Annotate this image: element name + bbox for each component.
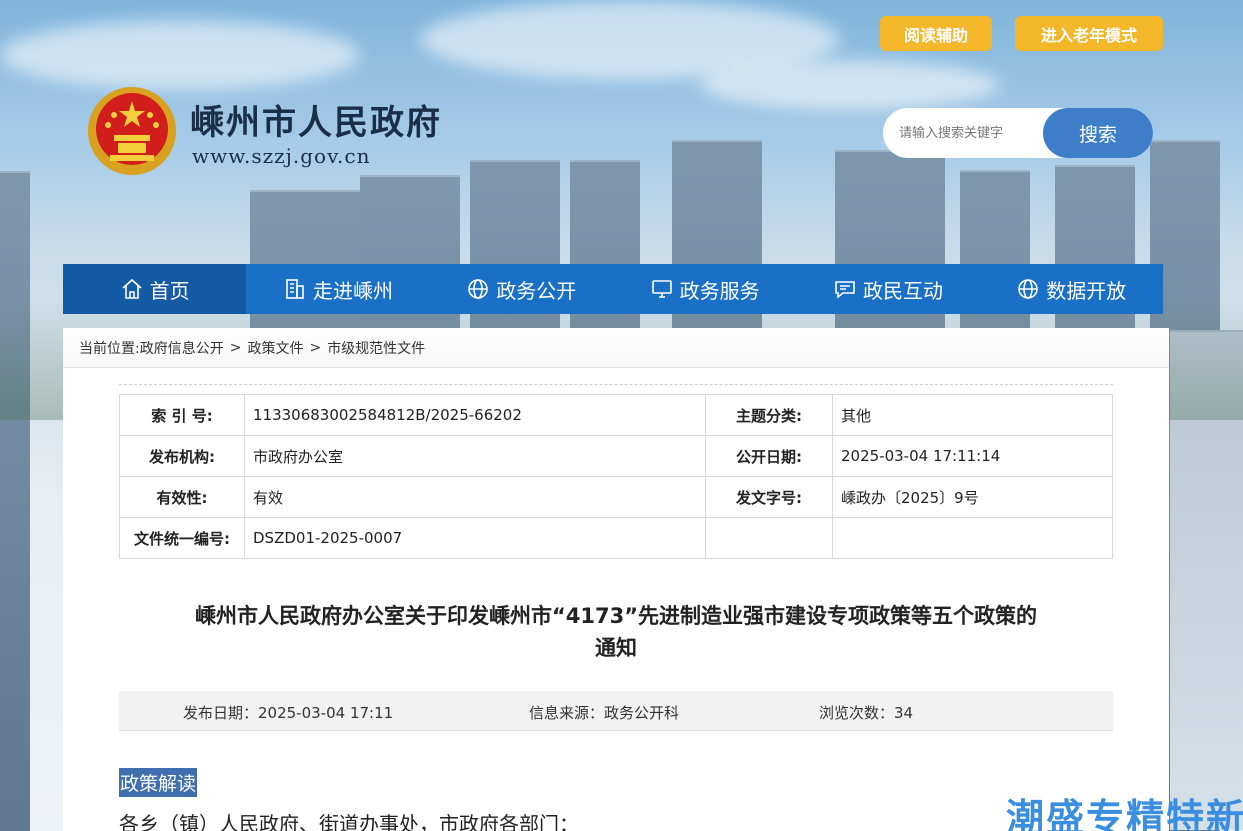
globe-icon [1018, 279, 1039, 299]
breadcrumb-link[interactable]: 政策文件 [247, 338, 303, 358]
document-title-line: 嵊州市人民政府办公室关于印发嵊州市“4173”先进制造业强市建设专项政策等五个政… [194, 604, 1038, 628]
nav-item-interaction[interactable]: 政民互动 [796, 264, 979, 314]
globe-icon [468, 279, 489, 299]
breadcrumb-separator: > [309, 339, 322, 356]
breadcrumb-link[interactable]: 政府信息公开 [140, 338, 224, 358]
meta-value: 嵊政办〔2025〕9号 [832, 476, 1113, 518]
document-meta-table: 索 引 号: 11330683002584812B/2025-66202 主题分… [119, 394, 1113, 559]
document-title: 嵊州市人民政府办公室关于印发嵊州市“4173”先进制造业强市建设专项政策等五个政… [119, 600, 1113, 664]
nav-item-open-data[interactable]: 数据开放 [980, 264, 1163, 314]
site-title: 嵊州市人民政府 [190, 103, 442, 143]
nav-item-services[interactable]: 政务服务 [613, 264, 796, 314]
publish-date: 发布日期：2025-03-04 17:11 [183, 704, 394, 722]
nav-item-about[interactable]: 走进嵊州 [246, 264, 429, 314]
meta-label: 有效性: [119, 476, 245, 518]
breadcrumb-separator: > [229, 339, 242, 356]
table-row: 索 引 号: 11330683002584812B/2025-66202 主题分… [119, 394, 1113, 436]
breadcrumb-prefix: 当前位置: [79, 340, 140, 357]
document-info-bar: 发布日期：2025-03-04 17:11 信息来源：政务公开科 浏览次数：34 [119, 691, 1113, 731]
nav-label: 政民互动 [862, 278, 943, 303]
document-salutation: 各乡（镇）人民政府、街道办事处，市政府各部门： [119, 812, 579, 831]
reading-aid-button[interactable]: 阅读辅助 [880, 16, 992, 51]
chat-icon [835, 281, 855, 299]
watermark-text: 潮盛专精特新 [1006, 796, 1243, 831]
meta-label: 发文字号: [705, 476, 833, 518]
search-box: 搜索 [883, 108, 1153, 158]
main-nav: 首页 走进嵊州 政务公开 政务服务 政民互动 数据开放 [63, 264, 1163, 314]
breadcrumb: 当前位置: 政府信息公开 > 政策文件 > 市级规范性文件 [63, 328, 1169, 368]
meta-label: 发布机构: [119, 435, 245, 477]
meta-value: 11330683002584812B/2025-66202 [244, 394, 706, 436]
meta-label: 公开日期: [705, 435, 833, 477]
policy-interpretation-link[interactable]: 政策解读 [119, 768, 198, 797]
nav-label: 数据开放 [1046, 278, 1127, 303]
elder-mode-button[interactable]: 进入老年模式 [1015, 16, 1163, 51]
meta-label: 文件统一编号: [119, 517, 245, 559]
search-input[interactable] [883, 108, 1043, 158]
meta-value: 市政府办公室 [244, 435, 706, 477]
divider [119, 384, 1113, 385]
nav-item-open-gov[interactable]: 政务公开 [430, 264, 613, 314]
monitor-icon [651, 280, 672, 298]
nav-label: 政务服务 [679, 278, 760, 303]
content-panel: 当前位置: 政府信息公开 > 政策文件 > 市级规范性文件 索 引 号: 113… [63, 328, 1169, 831]
national-emblem-logo [86, 85, 178, 177]
nav-label: 首页 [149, 278, 190, 303]
site-url: www.szzj.gov.cn [192, 144, 371, 168]
info-source: 信息来源：政务公开科 [529, 704, 680, 722]
meta-value: 2025-03-04 17:11:14 [832, 435, 1113, 477]
view-count: 浏览次数：34 [819, 704, 914, 722]
meta-value: DSZD01-2025-0007 [244, 517, 706, 559]
table-row: 发布机构: 市政府办公室 公开日期: 2025-03-04 17:11:14 [119, 435, 1113, 477]
building-icon [286, 279, 304, 299]
nav-label: 走进嵊州 [312, 278, 393, 303]
search-button[interactable]: 搜索 [1043, 108, 1153, 158]
meta-value [832, 517, 1113, 559]
nav-label: 政务公开 [496, 278, 577, 303]
meta-value: 有效 [244, 476, 706, 518]
breadcrumb-link[interactable]: 市级规范性文件 [327, 338, 425, 358]
nav-item-home[interactable]: 首页 [63, 264, 247, 314]
table-row: 文件统一编号: DSZD01-2025-0007 [119, 517, 1113, 559]
meta-label [705, 517, 833, 559]
meta-value: 其他 [832, 394, 1113, 436]
document-title-line: 通知 [595, 636, 637, 660]
table-row: 有效性: 有效 发文字号: 嵊政办〔2025〕9号 [119, 476, 1113, 518]
home-icon [122, 278, 142, 299]
meta-label: 主题分类: [705, 394, 833, 436]
meta-label: 索 引 号: [119, 394, 245, 436]
